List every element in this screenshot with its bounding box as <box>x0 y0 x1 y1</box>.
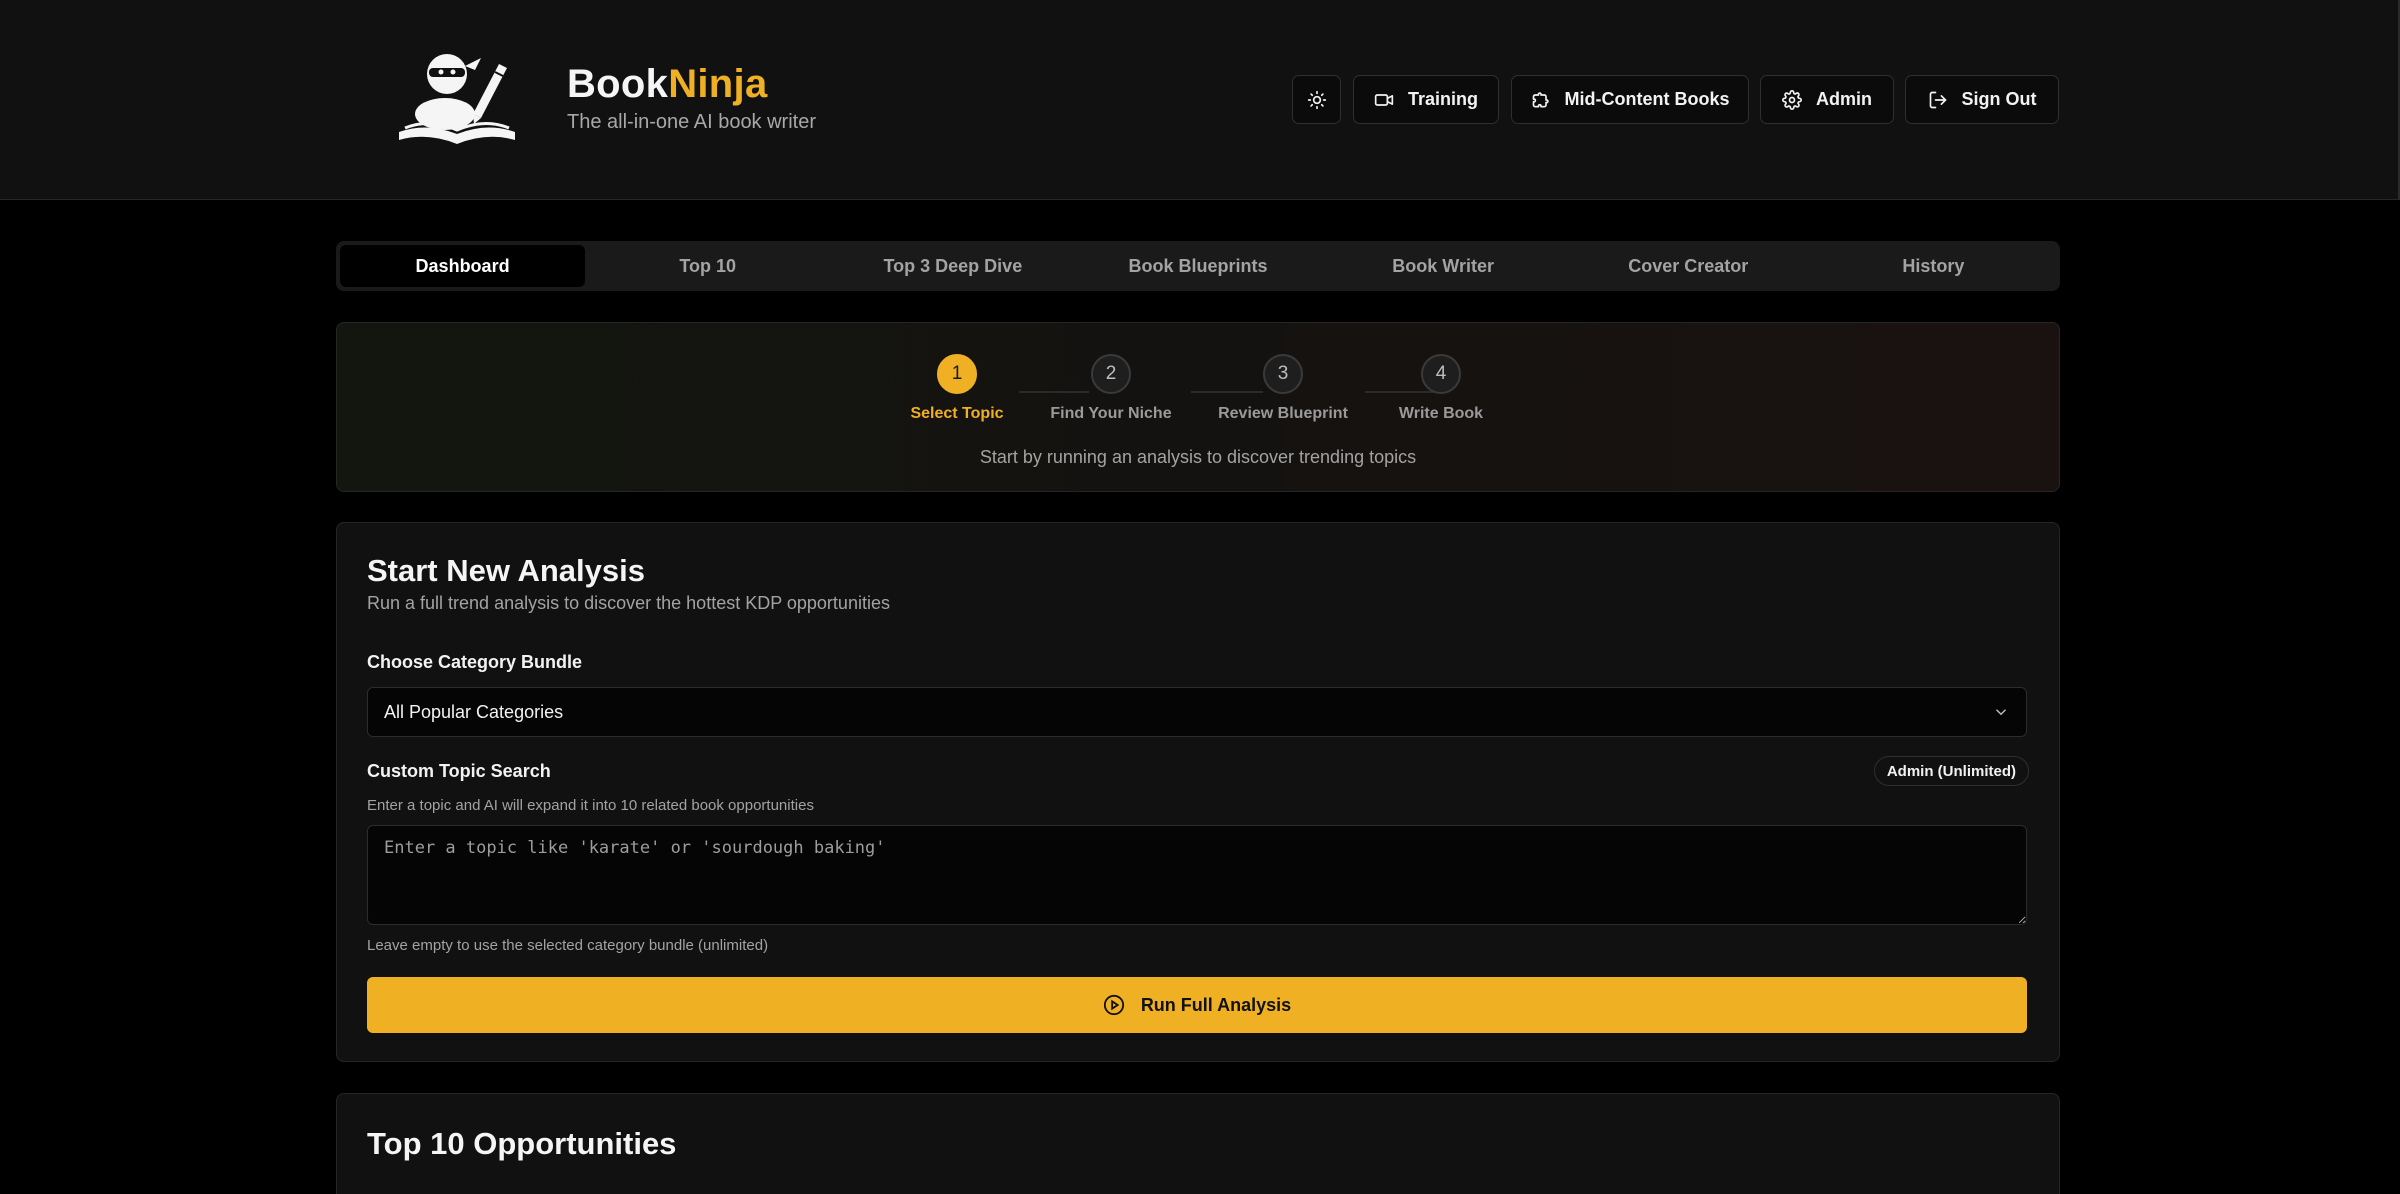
mid-content-books-button[interactable]: Mid-Content Books <box>1511 75 1749 124</box>
tab-top-10[interactable]: Top 10 <box>585 245 830 287</box>
mid-content-books-label: Mid-Content Books <box>1564 89 1730 109</box>
tab-top-3-deep-dive[interactable]: Top 3 Deep Dive <box>830 245 1075 287</box>
step-number: 4 <box>1421 354 1461 394</box>
top-10-title: Top 10 Opportunities <box>367 1126 677 1161</box>
category-bundle-value: All Popular Categories <box>384 701 564 722</box>
stepper-message: Start by running an analysis to discover… <box>979 447 1417 467</box>
run-full-analysis-label: Run Full Analysis <box>1140 994 1292 1015</box>
brand-name-ninja: Ninja <box>668 62 768 106</box>
step-label: Review Blueprint <box>1218 405 1348 422</box>
brand-tagline: The all-in-one AI book writer <box>567 111 817 133</box>
video-camera-icon <box>1374 93 1394 106</box>
gear-icon <box>1782 89 1802 110</box>
admin-label: Admin <box>1816 89 1872 109</box>
brand: BookNinja The all-in-one AI book writer <box>567 62 816 134</box>
play-circle-icon <box>1103 994 1124 1016</box>
tab-cover-creator[interactable]: Cover Creator <box>1566 245 1811 287</box>
step-find-your-niche: 2 Find Your Niche <box>1041 354 1181 423</box>
card-title: Start New Analysis <box>367 553 645 588</box>
step-label: Find Your Niche <box>1050 405 1172 422</box>
step-review-blueprint: 3 Review Blueprint <box>1213 354 1353 423</box>
sun-icon <box>1307 90 1326 109</box>
custom-topic-hint: Enter a topic and AI will expand it into… <box>367 797 814 814</box>
step-number: 1 <box>937 354 977 394</box>
sign-out-label: Sign Out <box>1961 89 2037 109</box>
tab-book-writer[interactable]: Book Writer <box>1321 245 1566 287</box>
custom-topic-label: Custom Topic Search <box>367 761 551 781</box>
chevron-down-icon <box>1995 709 2007 716</box>
top-10-opportunities-card: Top 10 Opportunities <box>336 1093 2060 1194</box>
theme-toggle-button[interactable] <box>1292 75 1341 124</box>
ninja-logo <box>399 54 515 144</box>
step-write-book: 4 Write Book <box>1371 354 1511 423</box>
progress-stepper: 1 Select Topic 2 Find Your Niche 3 Revie… <box>336 322 2060 492</box>
sign-out-button[interactable]: Sign Out <box>1905 75 2059 124</box>
custom-topic-input[interactable] <box>367 825 2027 925</box>
brand-name-book: Book <box>567 62 669 106</box>
tab-dashboard[interactable]: Dashboard <box>340 245 586 287</box>
training-label: Training <box>1407 89 1478 109</box>
tab-history[interactable]: History <box>1811 245 2056 287</box>
step-number: 2 <box>1091 354 1131 394</box>
brand-name: BookNinja <box>567 62 816 107</box>
admin-unlimited-badge: Admin (Unlimited) <box>1873 756 2029 786</box>
tab-book-blueprints[interactable]: Book Blueprints <box>1075 245 1320 287</box>
puzzle-icon <box>1532 91 1549 107</box>
bundle-label: Choose Category Bundle <box>367 652 583 672</box>
start-analysis-card: Start New Analysis Run a full trend anal… <box>336 522 2060 1062</box>
empty-input-hint: Leave empty to use the selected category… <box>367 937 769 954</box>
step-label: Select Topic <box>910 405 1004 422</box>
category-bundle-select[interactable]: All Popular Categories <box>367 687 2027 737</box>
step-select-topic: 1 Select Topic <box>887 354 1027 423</box>
training-button[interactable]: Training <box>1353 75 1499 124</box>
run-full-analysis-button[interactable]: Run Full Analysis <box>367 977 2027 1033</box>
step-label: Write Book <box>1398 405 1484 422</box>
app-header: BookNinja The all-in-one AI book writer … <box>0 0 2400 200</box>
card-subtitle: Run a full trend analysis to discover th… <box>367 593 890 613</box>
admin-button[interactable]: Admin <box>1760 75 1894 124</box>
main-tabs: Dashboard Top 10 Top 3 Deep Dive Book Bl… <box>336 241 2060 291</box>
sign-out-icon <box>1929 91 1946 108</box>
step-number: 3 <box>1263 354 1303 394</box>
